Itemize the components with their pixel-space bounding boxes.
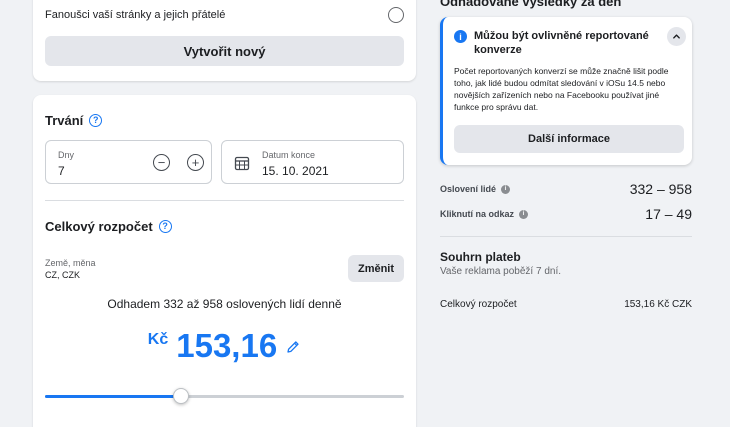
- budget-title: Celkový rozpočet: [45, 219, 153, 234]
- budget-slider[interactable]: [45, 388, 404, 404]
- clicks-row: Kliknutí na odkaz i 17 – 49: [440, 206, 692, 222]
- calendar-icon: [234, 156, 250, 171]
- days-value: 7: [58, 164, 65, 178]
- minus-icon[interactable]: −: [153, 154, 170, 171]
- budget-section-title: Celkový rozpočet ?: [45, 219, 172, 234]
- duration-title: Trvání: [45, 113, 84, 128]
- budget-amount[interactable]: Kč 153,16: [33, 327, 416, 365]
- notice-title: Můžou být ovlivněné reportované konverze: [474, 30, 649, 56]
- chevron-up-icon: [673, 34, 680, 39]
- info-icon: i: [454, 30, 467, 43]
- budget-slider-thumb[interactable]: [173, 388, 189, 404]
- total-budget-row: Celkový rozpočet 153,16 Kč CZK: [440, 299, 692, 310]
- audience-option[interactable]: Fanoušci vaší stránky a jejich přátelé: [45, 6, 404, 24]
- collapse-button[interactable]: [667, 27, 686, 46]
- section-divider: [45, 200, 404, 201]
- reach-label-wrap: Oslovení lidé i: [440, 184, 511, 194]
- clicks-info-icon[interactable]: i: [519, 209, 529, 219]
- reach-estimate: Odhadem 332 až 958 oslovených lidí denně: [107, 297, 342, 311]
- duration-help-icon[interactable]: ?: [89, 114, 103, 127]
- learn-more-button[interactable]: Další informace: [454, 125, 684, 153]
- budget-currency: Kč: [147, 331, 169, 348]
- clicks-label-wrap: Kliknutí na odkaz i: [440, 209, 529, 219]
- conversion-notice: i Můžou být ovlivněné reportované konver…: [440, 17, 692, 165]
- days-field[interactable]: Dny 7 − +: [45, 140, 212, 184]
- budget-slider-fill: [45, 395, 181, 398]
- audience-card: Fanoušci vaší stránky a jejich přátelé V…: [33, 0, 416, 81]
- reach-row: Oslovení lidé i 332 – 958: [440, 181, 692, 197]
- right-divider: [440, 236, 692, 237]
- clicks-label: Kliknutí na odkaz: [440, 209, 515, 219]
- create-new-button[interactable]: Vytvořit nový: [45, 36, 404, 66]
- notice-body: Počet reportovaných konverzí se může zna…: [454, 66, 669, 112]
- reach-info-icon[interactable]: i: [501, 184, 511, 194]
- duration-budget-card: Trvání ? Dny 7 − + Datum konce 15. 10. 2…: [33, 95, 416, 427]
- results-heading: Odhadované výsledky za den: [440, 0, 622, 9]
- budget-help-icon[interactable]: ?: [158, 220, 172, 233]
- reach-label: Oslovení lidé: [440, 184, 497, 194]
- end-date-label: Datum konce: [262, 150, 316, 160]
- days-label: Dny: [58, 150, 75, 160]
- plus-icon[interactable]: +: [187, 154, 204, 171]
- audience-option-label: Fanoušci vaší stránky a jejich přátelé: [45, 9, 226, 21]
- reach-value: 332 – 958: [629, 181, 692, 197]
- country-currency-value: CZ, CZK: [45, 270, 80, 280]
- total-budget-label: Celkový rozpočet: [440, 299, 517, 310]
- country-currency-label: Země, měna: [45, 258, 96, 268]
- payment-summary-title: Souhrn plateb: [440, 250, 521, 264]
- duration-section-title: Trvání ?: [45, 113, 103, 128]
- total-budget-value: 153,16 Kč CZK: [624, 299, 692, 310]
- payment-summary-subtitle: Vaše reklama poběží 7 dní.: [440, 266, 561, 277]
- end-date-value: 15. 10. 2021: [262, 164, 329, 178]
- pencil-icon[interactable]: [285, 339, 301, 355]
- clicks-value: 17 – 49: [645, 206, 692, 222]
- audience-radio[interactable]: [388, 7, 404, 23]
- budget-value: 153,16: [176, 327, 278, 364]
- change-button[interactable]: Změnit: [348, 255, 404, 282]
- end-date-field[interactable]: Datum konce 15. 10. 2021: [221, 140, 404, 184]
